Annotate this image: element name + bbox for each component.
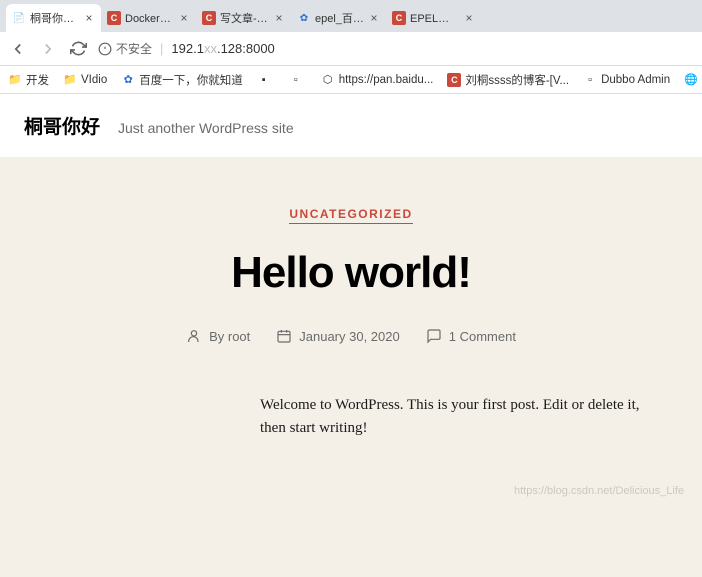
browser-chrome: 📄 桐哥你好 – Ju × C Docker常用命 × C 写文章-CSDN ×…	[0, 0, 702, 94]
back-button[interactable]	[8, 39, 28, 59]
bookmark-link[interactable]: ▪	[257, 73, 275, 87]
page-icon: ▪	[257, 73, 271, 87]
date-text: January 30, 2020	[299, 329, 399, 344]
bookmark-link[interactable]: ⬡ https://pan.baidu...	[321, 73, 434, 87]
favicon-baidu: ✿	[297, 11, 311, 25]
bookmark-label: VIdio	[81, 74, 107, 86]
reload-button[interactable]	[68, 39, 88, 59]
bookmark-label: 开发	[26, 72, 49, 88]
page-icon: ▫	[583, 73, 597, 87]
watermark: https://blog.csdn.net/Delicious_Life	[514, 485, 684, 497]
url-text: 192.1xx.128:8000	[171, 41, 274, 56]
insecure-label: 不安全	[116, 40, 152, 57]
post-body: Welcome to WordPress. This is your first…	[260, 394, 662, 441]
link-icon: ⬡	[321, 73, 335, 87]
category-link[interactable]: UNCATEGORIZED	[289, 207, 412, 224]
bookmarks-bar: 📁 开发 📁 VIdio ✿ 百度一下，你就知道 ▪ ▫ ⬡ https://p…	[0, 66, 702, 94]
tab-strip: 📄 桐哥你好 – Ju × C Docker常用命 × C 写文章-CSDN ×…	[0, 0, 702, 32]
bookmark-link[interactable]: ✿ 百度一下，你就知道	[121, 72, 243, 88]
bookmark-link[interactable]: ▫	[289, 73, 307, 87]
favicon-csdn: C	[202, 11, 216, 25]
forward-button[interactable]	[38, 39, 58, 59]
post-title[interactable]: Hello world!	[40, 248, 662, 298]
tab-1[interactable]: C Docker常用命 ×	[101, 4, 196, 32]
bookmark-link[interactable]: 🌐 国家税务总局河北...	[684, 72, 702, 88]
favicon-csdn: C	[107, 11, 121, 25]
bookmark-folder[interactable]: 📁 VIdio	[63, 73, 107, 87]
meta-date[interactable]: January 30, 2020	[276, 328, 399, 344]
tab-label: Docker常用命	[125, 10, 174, 26]
meta-author[interactable]: By root	[186, 328, 250, 344]
url-separator: |	[160, 41, 163, 56]
bookmark-label: Dubbo Admin	[601, 74, 670, 86]
bookmark-label: 百度一下，你就知道	[139, 72, 243, 88]
site-title[interactable]: 桐哥你好	[24, 112, 100, 139]
tab-label: 桐哥你好 – Ju	[30, 10, 79, 26]
site-description: Just another WordPress site	[118, 120, 294, 136]
comments-text: 1 Comment	[449, 329, 516, 344]
comment-icon	[426, 328, 442, 344]
tab-4[interactable]: C EPEL源-是什 ×	[386, 4, 481, 32]
bookmark-label: 刘桐ssss的博客-[V...	[465, 72, 569, 88]
user-icon	[186, 328, 202, 344]
close-icon[interactable]: ×	[83, 12, 95, 24]
baidu-icon: ✿	[121, 73, 135, 87]
bookmark-link[interactable]: ▫ Dubbo Admin	[583, 73, 670, 87]
page-icon: ▫	[289, 73, 303, 87]
tab-label: 写文章-CSDN	[220, 10, 269, 26]
close-icon[interactable]: ×	[368, 12, 380, 24]
close-icon[interactable]: ×	[178, 12, 190, 24]
close-icon[interactable]: ×	[463, 12, 475, 24]
close-icon[interactable]: ×	[273, 12, 285, 24]
bookmark-link[interactable]: C 刘桐ssss的博客-[V...	[447, 72, 569, 88]
tab-label: epel_百度搜索	[315, 10, 364, 26]
tab-0[interactable]: 📄 桐哥你好 – Ju ×	[6, 4, 101, 32]
page-content: 桐哥你好 Just another WordPress site UNCATEG…	[0, 94, 702, 577]
favicon-wordpress: 📄	[12, 11, 26, 25]
insecure-badge: 不安全	[98, 40, 152, 57]
globe-icon: 🌐	[684, 73, 698, 87]
favicon-csdn: C	[392, 11, 406, 25]
folder-icon: 📁	[8, 73, 22, 87]
site-header: 桐哥你好 Just another WordPress site	[0, 94, 702, 157]
bookmark-folder[interactable]: 📁 开发	[8, 72, 49, 88]
bookmark-label: https://pan.baidu...	[339, 74, 434, 86]
folder-icon: 📁	[63, 73, 77, 87]
calendar-icon	[276, 328, 292, 344]
meta-comments[interactable]: 1 Comment	[426, 328, 516, 344]
post-area: UNCATEGORIZED Hello world! By root Janua…	[0, 157, 702, 577]
author-text: By root	[209, 329, 250, 344]
csdn-icon: C	[447, 73, 461, 87]
tab-2[interactable]: C 写文章-CSDN ×	[196, 4, 291, 32]
url-area[interactable]: 不安全 | 192.1xx.128:8000	[98, 40, 275, 57]
tab-label: EPEL源-是什	[410, 10, 459, 26]
address-bar: 不安全 | 192.1xx.128:8000	[0, 32, 702, 66]
post-meta: By root January 30, 2020 1 Comment	[40, 328, 662, 344]
tab-3[interactable]: ✿ epel_百度搜索 ×	[291, 4, 386, 32]
